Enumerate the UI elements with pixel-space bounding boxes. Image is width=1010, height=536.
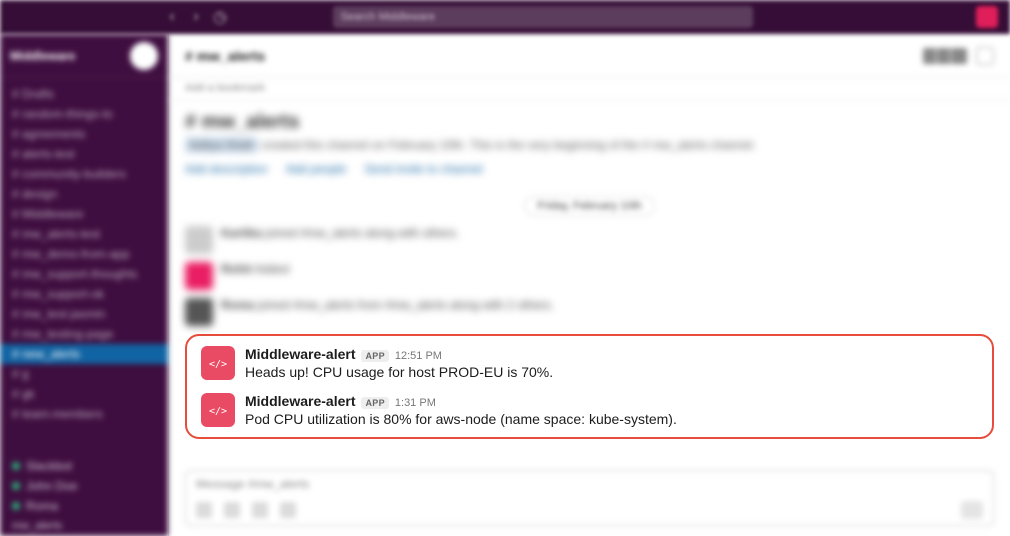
avatar [185,262,213,290]
avatar [185,226,213,254]
sidebar-item[interactable]: # mw_testing-page [0,324,168,344]
back-icon[interactable]: ‹ [162,7,182,27]
channel-header: # mw_alerts [169,34,1010,78]
message: Roma joined #mw_alerts from #mw_alerts a… [185,298,994,326]
svg-text:</>: </> [209,359,227,369]
workspace-header[interactable]: Middleware [0,34,168,78]
intro-link[interactable]: Send invite to channel [364,162,482,176]
app-avatar: </> [201,346,235,380]
message: Rohit Added [185,262,994,290]
sidebar-item[interactable]: # mw_demo-from-app [0,244,168,264]
sidebar-item[interactable]: # design [0,184,168,204]
member-add-icon[interactable] [976,47,994,65]
intro-link[interactable]: Add description [185,162,268,176]
sidebar-item[interactable]: # Drafts [0,84,168,104]
composer-area: Message #mw_alerts [169,462,1010,536]
sidebar-item[interactable]: # new_alerts [0,344,168,364]
sidebar-item[interactable]: # g [0,364,168,384]
sidebar-item[interactable]: # random-things-to [0,104,168,124]
sidebar-item[interactable]: # mw_alerts-test [0,224,168,244]
main-panel: # mw_alerts Add a bookmark # mw_alerts A… [168,34,1010,536]
sidebar-item[interactable]: # gk [0,384,168,404]
search-input[interactable]: Search Middleware [333,6,753,28]
alert-message: </> Middleware-alert APP 1:31 PMPod CPU uti… [201,393,978,430]
dm-item[interactable]: Roma [0,496,168,516]
channel-list: # Drafts# random-things-to# agreements# … [0,78,168,456]
app-badge: APP [361,397,388,409]
date-divider: Friday, February 10th [185,196,994,216]
date-pill[interactable]: Friday, February 10th [524,196,654,216]
channel-name[interactable]: # mw_alerts [185,48,265,64]
sidebar-item[interactable]: # mw_support-ok [0,284,168,304]
alert-highlight-box: </> Middleware-alert APP 12:51 PMHeads up! … [185,334,994,439]
clock-icon[interactable]: ◷ [210,7,230,27]
composer-input[interactable]: Message #mw_alerts [196,477,983,495]
sidebar-item[interactable]: # mw_test-jasmin [0,304,168,324]
intro-links: Add description Add people Send invite to … [185,162,994,176]
message-list: # mw_alerts Aditya Shah created this cha… [169,101,1010,462]
sidebar: Middleware # Drafts# random-things-to# a… [0,34,168,536]
format-icon[interactable] [224,502,240,518]
attach-icon[interactable] [196,502,212,518]
user-avatar[interactable] [976,6,998,28]
message-text: Heads up! CPU usage for host PROD-EU is … [245,363,978,383]
app-avatar: </> [201,393,235,427]
mention-icon[interactable] [280,502,296,518]
compose-button[interactable] [130,42,158,70]
send-button[interactable] [961,501,983,519]
intro-link[interactable]: Add people [286,162,347,176]
sidebar-bottom: mw_alerts [0,516,168,536]
message: Kartika joined #mw_alerts along with oth… [185,226,994,254]
emoji-icon[interactable] [252,502,268,518]
intro-heading: # mw_alerts [185,111,994,134]
top-bar: ‹ › ◷ Search Middleware [0,0,1010,34]
history-nav: ‹ › ◷ [162,7,230,27]
blurred-messages: Kartika joined #mw_alerts along with oth… [185,226,994,326]
dm-item[interactable]: Slackbot [0,456,168,476]
workspace-name: Middleware [10,49,75,63]
sidebar-item[interactable]: # mw_support-thoughts [0,264,168,284]
sender-name[interactable]: Middleware-alert [245,346,355,362]
avatar [185,298,213,326]
search-placeholder: Search Middleware [341,11,435,23]
sidebar-item[interactable]: # alerts-test [0,144,168,164]
message-text: Pod CPU utilization is 80% for aws-node … [245,410,978,430]
dm-list: SlackbotJohn DoeRoma [0,456,168,516]
sidebar-item[interactable]: # Middleware [0,204,168,224]
sidebar-item[interactable]: # community-builders [0,164,168,184]
svg-text:</>: </> [209,406,227,416]
timestamp: 12:51 PM [395,350,442,362]
sidebar-item[interactable]: # team-members [0,404,168,424]
member-avatars[interactable] [926,47,968,65]
dm-item[interactable]: John Doe [0,476,168,496]
timestamp: 1:31 PM [395,397,436,409]
help-icon[interactable] [950,8,968,26]
sender-name[interactable]: Middleware-alert [245,393,355,409]
channel-intro: # mw_alerts Aditya Shah created this cha… [185,111,994,176]
message-composer[interactable]: Message #mw_alerts [185,470,994,526]
channel-topic[interactable]: Add a bookmark [169,78,1010,101]
alert-message: </> Middleware-alert APP 12:51 PMHeads up! … [201,346,978,383]
intro-text: Aditya Shah created this channel on Febr… [185,138,994,152]
app-badge: APP [361,350,388,362]
forward-icon[interactable]: › [186,7,206,27]
sidebar-item[interactable]: # agreements [0,124,168,144]
